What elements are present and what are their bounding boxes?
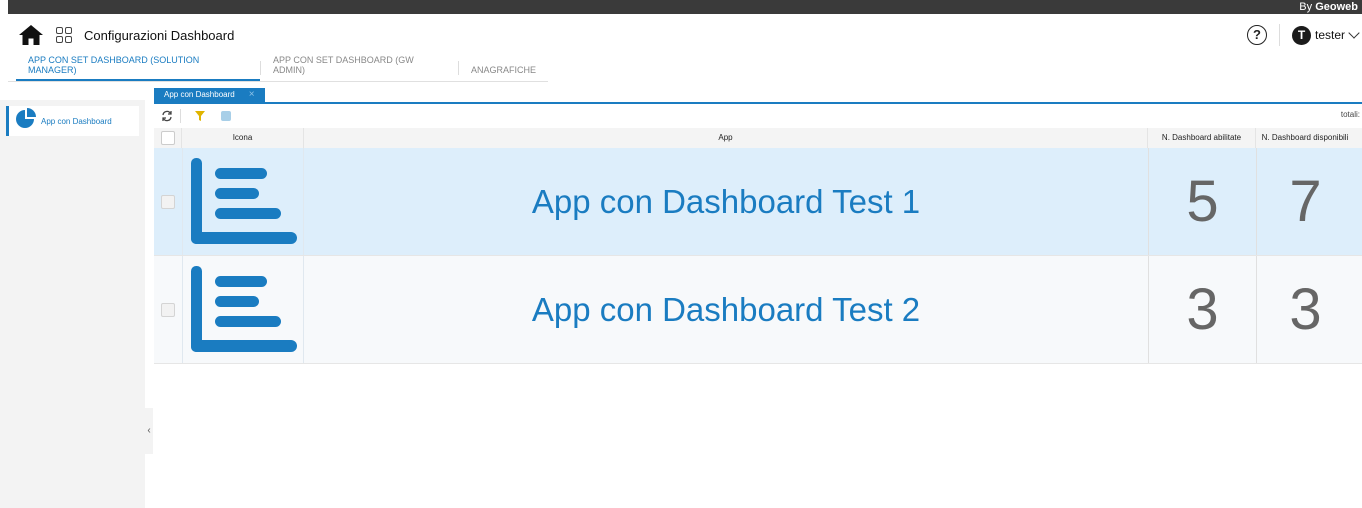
header-actions: ? T tester xyxy=(1246,14,1360,56)
sub-tabs: App con Dashboard × xyxy=(154,88,1362,104)
table-row[interactable]: App con Dashboard Test 2 3 3 xyxy=(154,256,1362,364)
sidebar-item-app-con-dashboard[interactable]: App con Dashboard xyxy=(6,106,139,136)
app-list-icon xyxy=(182,256,304,363)
toolbar-divider xyxy=(180,109,181,123)
row-select xyxy=(154,256,182,363)
header-divider xyxy=(1278,24,1280,46)
brand-name: Geoweb xyxy=(1315,1,1358,13)
pie-chart-icon xyxy=(15,107,37,135)
table-header: Icona App N. Dashboard abilitate N. Dash… xyxy=(154,128,1362,148)
help-icon[interactable]: ? xyxy=(1246,25,1267,45)
header-checkbox[interactable] xyxy=(160,131,175,145)
totals-label: totali: xyxy=(1340,110,1360,119)
close-icon[interactable]: × xyxy=(249,87,255,103)
main-tabs: APP CON SET DASHBOARD (SOLUTION MANAGER)… xyxy=(8,55,548,82)
check-icon xyxy=(221,111,231,121)
header-select xyxy=(154,128,182,148)
sidebar: App con Dashboard xyxy=(0,100,145,508)
app-list-icon xyxy=(182,148,304,255)
avatar[interactable]: T xyxy=(1291,25,1311,45)
dashboard-available-count: 3 xyxy=(1256,256,1354,363)
subtab-label: App con Dashboard xyxy=(164,90,235,99)
column-header-app[interactable]: App xyxy=(304,128,1148,148)
app-name: App con Dashboard Test 1 xyxy=(531,182,921,220)
row-select xyxy=(154,148,182,255)
dashboard-enabled-count: 5 xyxy=(1148,148,1256,255)
main-panel: App con Dashboard × totali: Icona App N.… xyxy=(154,88,1362,508)
page-title: Configurazioni Dashboard xyxy=(84,27,235,43)
sidebar-collapse-button[interactable]: ‹ xyxy=(145,408,153,454)
select-all-icon[interactable] xyxy=(219,109,233,123)
tab-gw-admin[interactable]: APP CON SET DASHBOARD (GW ADMIN) xyxy=(261,55,458,81)
app-frame: By Geoweb Configurazioni Dashboard ? T t… xyxy=(0,0,1362,508)
sidebar-item-label: App con Dashboard xyxy=(41,116,112,126)
column-header-abilitate[interactable]: N. Dashboard abilitate xyxy=(1148,128,1256,148)
refresh-icon[interactable] xyxy=(160,109,174,123)
app-name: App con Dashboard Test 2 xyxy=(531,290,921,328)
brand-bar: By Geoweb xyxy=(8,0,1362,14)
subtab-app-con-dashboard[interactable]: App con Dashboard × xyxy=(154,88,265,102)
brand-prefix: By xyxy=(1299,1,1316,13)
chevron-down-icon[interactable] xyxy=(1348,27,1360,39)
tab-solution-manager[interactable]: APP CON SET DASHBOARD (SOLUTION MANAGER) xyxy=(16,55,261,81)
user-name[interactable]: tester xyxy=(1315,28,1345,42)
filter-icon[interactable] xyxy=(193,109,207,123)
apps-grid-icon[interactable] xyxy=(56,27,72,43)
row-checkbox[interactable] xyxy=(161,302,175,317)
grid-toolbar: totali: xyxy=(154,104,1362,128)
dashboard-available-count: 7 xyxy=(1256,148,1354,255)
row-checkbox[interactable] xyxy=(161,194,175,209)
dashboard-enabled-count: 3 xyxy=(1148,256,1256,363)
app-header: Configurazioni Dashboard ? T tester xyxy=(8,14,1362,56)
column-header-disponibili[interactable]: N. Dashboard disponibili xyxy=(1256,128,1354,148)
tab-anagrafiche[interactable]: ANAGRAFICHE xyxy=(459,65,548,81)
table-row[interactable]: App con Dashboard Test 1 5 7 xyxy=(154,148,1362,256)
home-icon[interactable] xyxy=(18,23,44,47)
column-header-icona[interactable]: Icona xyxy=(182,128,304,148)
